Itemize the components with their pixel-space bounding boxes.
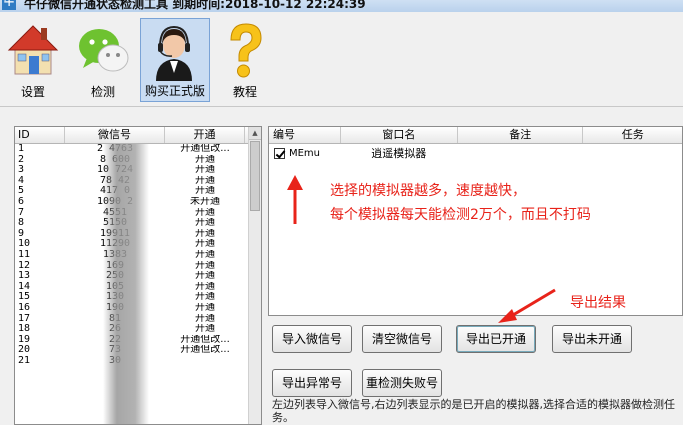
export-open-button[interactable]: 导出已开通 (456, 325, 536, 353)
redetect-failed-button[interactable]: 重检测失败号 (362, 369, 442, 397)
hint-text: 左边列表导入微信号,右边列表显示的是已开启的模拟器,选择合适的模拟器做检测任务。 (272, 398, 675, 424)
annotation-line-2: 每个模拟器每天能检测2万个，而且不打码 (330, 207, 591, 223)
annotation-line-1: 选择的模拟器越多，速度越快， (330, 183, 526, 199)
arrow-down-left-icon (498, 288, 556, 323)
arrow-up-icon (287, 175, 303, 224)
export-abnormal-button[interactable]: 导出异常号 (272, 369, 352, 397)
annotation-export-result: 导出结果 (570, 295, 626, 311)
import-wechat-button[interactable]: 导入微信号 (272, 325, 352, 353)
export-unopen-button[interactable]: 导出未开通 (552, 325, 632, 353)
clear-wechat-button[interactable]: 清空微信号 (362, 325, 442, 353)
